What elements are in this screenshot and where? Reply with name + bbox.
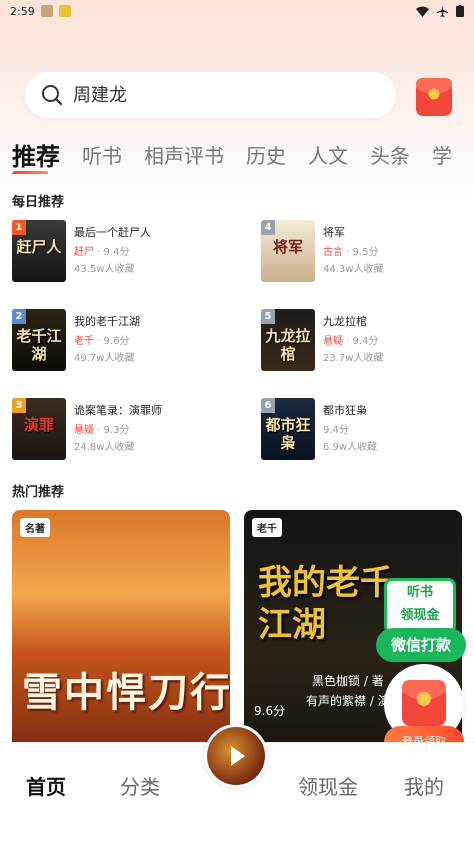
rank-badge: 6: [261, 398, 275, 413]
book-favorites: 24.8w人收藏: [74, 442, 135, 453]
tab-headlines[interactable]: 头条: [370, 140, 410, 169]
airplane-icon: [437, 5, 448, 17]
listen-cash-banner[interactable]: 听书 领现金: [384, 578, 456, 634]
hot-card-title: 雪中悍刀行: [22, 670, 230, 716]
search-bar[interactable]: [25, 72, 396, 118]
app-notification-icon: [58, 5, 71, 17]
hot-card-narrator: 有声的紫襟 / 演: [306, 694, 390, 708]
tab-learning[interactable]: 学: [432, 140, 452, 169]
book-score: 9.4分: [103, 247, 130, 258]
battery-icon: [456, 5, 464, 17]
rank-badge: 1: [12, 220, 26, 235]
daily-book-item[interactable]: 6 都市狂枭 都市狂枭 9.4分 6.9w人收藏: [261, 398, 474, 460]
hot-section-title: 热门推荐: [12, 485, 65, 500]
hot-card[interactable]: 名著 雪中悍刀行: [12, 510, 230, 750]
rank-badge: 4: [261, 220, 275, 235]
book-score: 9.4分: [323, 425, 349, 436]
book-title: 我的老千江湖: [74, 315, 140, 328]
daily-book-item[interactable]: 5 九龙拉棺 九龙拉棺 悬疑 · 9.4分 23.7w人收藏: [261, 309, 474, 371]
nav-mine[interactable]: 我的: [404, 771, 444, 800]
hot-card-badge: 名著: [20, 518, 50, 537]
book-favorites: 6.9w人收藏: [323, 442, 378, 453]
book-score: 9.3分: [103, 425, 130, 436]
book-cover: 6 都市狂枭: [261, 398, 315, 460]
daily-book-item[interactable]: 1 赶尸人 最后一个赶尸人 赶尸 · 9.4分 43.5w人收藏: [12, 220, 232, 282]
rank-badge: 3: [12, 398, 26, 413]
nav-cash[interactable]: 领现金: [298, 771, 358, 800]
book-favorites: 49.7w人收藏: [74, 353, 135, 364]
book-cover: 3 演罪: [12, 398, 66, 460]
daily-book-item[interactable]: 4 将军 将军 古言 · 9.5分 44.3w人收藏: [261, 220, 474, 282]
status-time: 2:59: [10, 4, 35, 18]
play-icon: [231, 746, 245, 766]
book-title: 诡案笔录：演罪师: [74, 404, 162, 417]
book-tag: 老千: [74, 336, 94, 347]
book-cover: 5 九龙拉棺: [261, 309, 315, 371]
now-playing-cover: [207, 727, 265, 785]
book-cover: 2 老千江湖: [12, 309, 66, 371]
book-title: 最后一个赶尸人: [74, 226, 151, 239]
tab-history[interactable]: 历史: [246, 140, 286, 169]
wifi-icon: [416, 6, 429, 17]
book-tag: 赶尸: [74, 247, 94, 258]
rank-badge: 2: [12, 309, 26, 324]
book-tag: 悬疑: [323, 336, 343, 347]
tab-recommend[interactable]: 推荐: [12, 137, 60, 172]
book-score: 9.5分: [352, 247, 379, 258]
book-score: 9.6分: [103, 336, 130, 347]
tab-humanities[interactable]: 人文: [308, 140, 348, 169]
category-tabs: 推荐 听书 相声评书 历史 人文 头条 学: [0, 134, 474, 174]
nav-category[interactable]: 分类: [120, 771, 160, 800]
book-title: 将军: [323, 226, 345, 239]
search-icon: [42, 85, 63, 106]
nav-home[interactable]: 首页: [26, 771, 66, 800]
daily-book-item[interactable]: 2 老千江湖 我的老千江湖 老千 · 9.6分 49.7w人收藏: [12, 309, 232, 371]
book-favorites: 44.3w人收藏: [323, 264, 384, 275]
book-favorites: 43.5w人收藏: [74, 264, 135, 275]
book-cover: 4 将军: [261, 220, 315, 282]
tab-audiobook[interactable]: 听书: [82, 140, 122, 169]
now-playing-button[interactable]: [204, 724, 268, 788]
tab-crosstalk[interactable]: 相声评书: [144, 140, 224, 169]
book-score: 9.4分: [352, 336, 379, 347]
book-tag: 古言: [323, 247, 343, 258]
notification-icon: [40, 5, 53, 17]
book-tag: 悬疑: [74, 425, 94, 436]
book-cover: 1 赶尸人: [12, 220, 66, 282]
hot-card-badge: 老千: [252, 518, 282, 537]
book-title: 九龙拉棺: [323, 315, 367, 328]
book-title: 都市狂枭: [323, 404, 367, 417]
red-envelope-icon[interactable]: [412, 74, 456, 118]
status-bar: 2:59: [0, 0, 474, 22]
daily-book-item[interactable]: 3 演罪 诡案笔录：演罪师 悬疑 · 9.3分 24.8w人收藏: [12, 398, 232, 460]
wechat-payout-button[interactable]: 微信打款: [376, 628, 466, 662]
rank-badge: 5: [261, 309, 275, 324]
hot-card-author: 黑色枷锁 / 著: [312, 674, 384, 688]
search-input[interactable]: [73, 84, 353, 106]
book-favorites: 23.7w人收藏: [323, 353, 384, 364]
hot-card-score: 9.6分: [254, 704, 286, 718]
daily-section-title: 每日推荐: [12, 195, 65, 210]
